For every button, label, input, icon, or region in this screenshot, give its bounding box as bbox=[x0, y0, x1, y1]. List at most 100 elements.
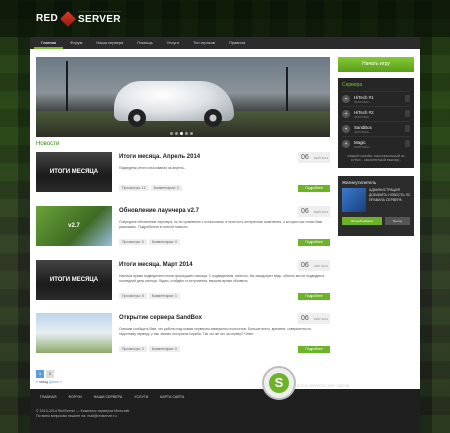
news-meta: Просмотры: 3 Комментарии: 0 bbox=[119, 346, 180, 352]
footer-link-forum[interactable]: ФОРУМ bbox=[62, 395, 87, 399]
nav-rules[interactable]: Правила bbox=[222, 37, 252, 49]
logout-button[interactable]: Выход bbox=[385, 217, 410, 225]
page-2-button[interactable]: 2 bbox=[46, 370, 54, 378]
nav-forum[interactable]: Форум bbox=[63, 37, 89, 49]
news-day: 06 bbox=[301, 154, 309, 161]
news-comments[interactable]: Комментарии: 3 bbox=[150, 185, 182, 191]
widget-links[interactable]: АДМИНИСТРАЦИЯ ДОБАВИТЬ НОВОСТЬ ЛС ПРАВИЛ… bbox=[369, 188, 411, 203]
server-status: ЗАГРУЗКА... bbox=[354, 114, 372, 119]
news-comments[interactable]: Комментарии: 0 bbox=[148, 346, 180, 352]
news-month: МАЙ 2014 bbox=[314, 209, 329, 214]
news-title[interactable]: Итоги месяца. Март 2014 bbox=[119, 262, 193, 268]
news-thumbnail[interactable] bbox=[36, 313, 112, 353]
news-day: 06 bbox=[301, 315, 309, 322]
user-widget: Жизнеутилитель АДМИНИСТРАЦИЯ ДОБАВИТЬ НО… bbox=[338, 176, 414, 236]
watermark-subtitle: ВСЁ О СКРИПТАХ ДЛЯ САЙТОВ bbox=[297, 384, 350, 388]
read-more-button[interactable]: Подробнее bbox=[298, 185, 330, 192]
read-more-button[interactable]: Подробнее bbox=[298, 239, 330, 246]
news-comments[interactable]: Комментарии: 1 bbox=[148, 293, 180, 299]
watermark-badge: S bbox=[262, 366, 296, 400]
user-avatar-icon bbox=[342, 188, 366, 212]
server-status: ЗАГРУЗКА... bbox=[354, 129, 372, 134]
online-stats: ОБЩИЙ ОНЛАЙН: МАКСИМАЛЬНЫЙ ЗА СУТКИ: - А… bbox=[347, 154, 405, 162]
servers-heading: Сервера bbox=[342, 82, 363, 88]
next-page-link[interactable]: Далее » bbox=[49, 380, 62, 384]
news-day: 06 bbox=[301, 262, 309, 269]
site-logo[interactable]: RED SERVER bbox=[36, 10, 121, 27]
footer-link-sitemap[interactable]: КАРТА САЙТА bbox=[154, 395, 190, 399]
news-month: МАЙ 2014 bbox=[314, 155, 329, 160]
news-title[interactable]: Обновление лаунчера v2.7 bbox=[119, 208, 199, 214]
read-more-button[interactable]: Подробнее bbox=[298, 293, 330, 300]
power-icon bbox=[405, 140, 410, 147]
slider-dot[interactable] bbox=[175, 132, 178, 135]
news-text: Настала время подведения итогов прошедше… bbox=[119, 274, 325, 283]
widget-heading: Жизнеутилитель bbox=[342, 180, 377, 185]
server-row[interactable]: ✦ Magic ЗАГРУЗКА... bbox=[342, 136, 410, 151]
read-more-button[interactable]: Подробнее bbox=[298, 346, 330, 353]
news-month: МАР 2014 bbox=[314, 316, 329, 321]
footer-links: ГЛАВНАЯ ФОРУМ НАШИ СЕРВЕРА УСЛУГИ КАРТА … bbox=[34, 395, 190, 399]
logo-text-server: SERVER bbox=[78, 11, 121, 26]
contact-line: По всем вопросам пишите на: mail@redserv… bbox=[36, 414, 117, 418]
pole-graphic bbox=[66, 61, 68, 116]
slider-dot[interactable] bbox=[190, 132, 193, 135]
server-row[interactable]: ✦ HiTech #1 ЗАГРУЗКА... bbox=[342, 91, 410, 106]
server-icon: ✦ bbox=[342, 125, 350, 133]
image-slider[interactable] bbox=[36, 57, 330, 137]
news-views: Просмотры: 5 bbox=[119, 239, 147, 245]
news-views: Просмотры: 3 bbox=[119, 346, 147, 352]
nav-servers[interactable]: Наши сервера bbox=[89, 37, 130, 49]
prev-page-link[interactable]: « назад bbox=[36, 380, 48, 384]
footer-link-home[interactable]: ГЛАВНАЯ bbox=[34, 395, 62, 399]
slider-dots bbox=[170, 132, 193, 135]
pole-graphic bbox=[286, 67, 288, 115]
server-status: ЗАГРУЗКА... bbox=[354, 99, 372, 104]
news-item: v2.7 Обновление лаунчера v2.7 06 МАЙ 201… bbox=[36, 206, 330, 256]
slider-dot[interactable] bbox=[185, 132, 188, 135]
footer-link-services[interactable]: УСЛУГИ bbox=[128, 395, 154, 399]
news-thumbnail[interactable]: v2.7 bbox=[36, 206, 112, 246]
news-meta: Просмотры: 5 Комментарии: 0 bbox=[119, 239, 180, 245]
cabinet-button[interactable]: Личный кабинет bbox=[342, 217, 382, 225]
news-item: ИТОГИ МЕСЯЦА Итоги месяца. Март 2014 06 … bbox=[36, 260, 330, 310]
main-nav: Главная Форум Наши сервера Помощь Услуги… bbox=[30, 37, 420, 49]
nav-help[interactable]: Помощь bbox=[130, 37, 159, 49]
server-icon: ✦ bbox=[342, 95, 350, 103]
news-day: 06 bbox=[301, 208, 309, 215]
news-date: 06 МАЙ 2014 bbox=[298, 206, 330, 217]
server-icon: ✦ bbox=[342, 140, 350, 148]
slider-dot-active[interactable] bbox=[180, 132, 183, 135]
news-thumbnail[interactable]: ИТОГИ МЕСЯЦА bbox=[36, 152, 112, 192]
server-name: Magic bbox=[354, 139, 366, 145]
news-thumbnail[interactable]: ИТОГИ МЕСЯЦА bbox=[36, 260, 112, 300]
watermark-letter: S bbox=[269, 373, 289, 393]
servers-widget: Сервера ✦ HiTech #1 ЗАГРУЗКА... ✦ HiTech… bbox=[338, 78, 414, 168]
content-container: Новости ИТОГИ МЕСЯЦА Итоги месяца. Апрел… bbox=[30, 49, 420, 389]
news-item: Открытие сервера SandBox 06 МАР 2014 Спе… bbox=[36, 313, 330, 363]
news-meta: Просмотры: 8 Комментарии: 1 bbox=[119, 293, 180, 299]
nav-home[interactable]: Главная bbox=[34, 37, 64, 49]
wheel-graphic bbox=[204, 109, 222, 127]
watermark-title: TOPSKRIPT bbox=[297, 372, 369, 384]
news-comments[interactable]: Комментарии: 0 bbox=[148, 239, 180, 245]
copyright: © 2013-2014 RedServer — Комплекс серверо… bbox=[36, 409, 129, 419]
news-title[interactable]: Итоги месяца. Апрель 2014 bbox=[119, 154, 200, 160]
news-text: Спешим сообщить Вам, что работы над новы… bbox=[119, 327, 312, 336]
server-name: HiTech #2 bbox=[354, 109, 374, 115]
page-1-button[interactable]: 1 bbox=[36, 370, 44, 378]
server-row[interactable]: ✦ SandBox ЗАГРУЗКА... bbox=[342, 121, 410, 136]
nav-services[interactable]: Услуги bbox=[160, 37, 186, 49]
nav-top-players[interactable]: Топ игроков bbox=[186, 37, 222, 49]
sidebar: Начать игру Сервера ✦ HiTech #1 ЗАГРУЗКА… bbox=[338, 57, 414, 236]
power-icon bbox=[405, 125, 410, 132]
cube-icon bbox=[60, 10, 76, 27]
top-bar: RED SERVER bbox=[0, 0, 450, 37]
news-title[interactable]: Открытие сервера SandBox bbox=[119, 315, 202, 321]
start-game-button[interactable]: Начать игру bbox=[338, 57, 414, 72]
server-row[interactable]: ✦ HiTech #2 ЗАГРУЗКА... bbox=[342, 106, 410, 121]
footer-link-servers[interactable]: НАШИ СЕРВЕРА bbox=[88, 395, 129, 399]
slider-dot[interactable] bbox=[170, 132, 173, 135]
news-text: Очередное обновление лаунчера, но по сра… bbox=[119, 220, 322, 229]
server-name: HiTech #1 bbox=[354, 94, 374, 100]
